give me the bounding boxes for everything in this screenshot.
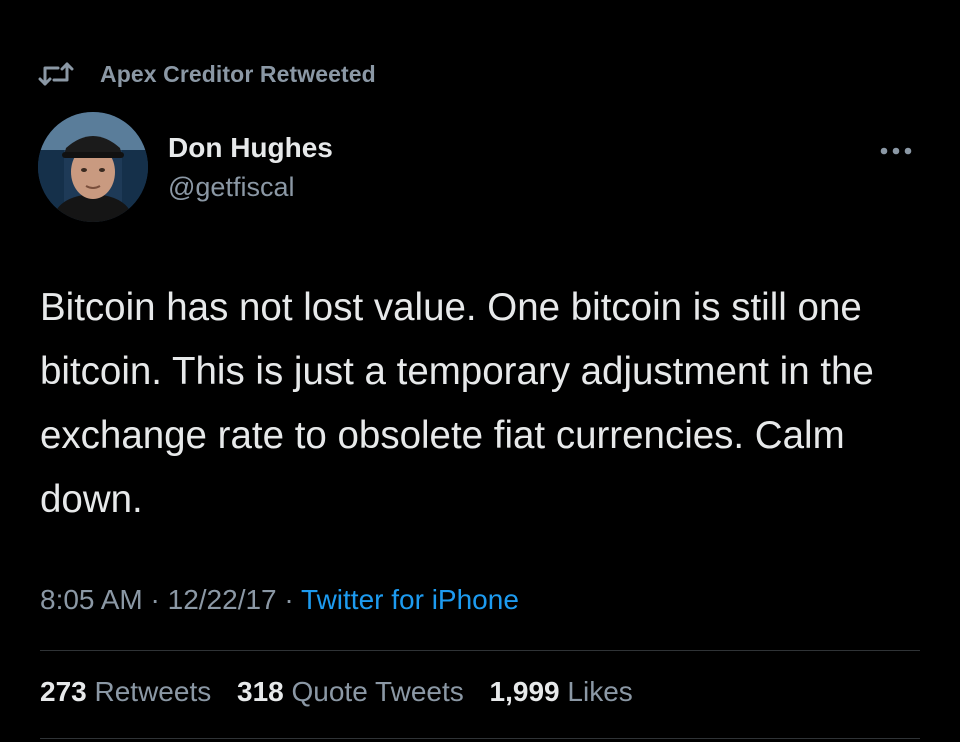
divider (40, 650, 920, 651)
quote-tweets-count: 318 (237, 676, 284, 707)
tweet-time[interactable]: 8:05 AM (40, 584, 143, 615)
tweet-date[interactable]: 12/22/17 (168, 584, 277, 615)
retweet-context-label: Apex Creditor Retweeted (100, 60, 376, 87)
avatar-photo (38, 112, 148, 222)
tweet-source-link[interactable]: Twitter for iPhone (301, 584, 519, 615)
meta-separator: · (142, 584, 168, 615)
more-options-icon (880, 147, 912, 155)
retweets-stat[interactable]: 273 Retweets (40, 676, 211, 707)
likes-label: Likes (567, 676, 633, 707)
more-options-button[interactable] (876, 136, 916, 166)
tweet-meta: 8:05 AM · 12/22/17 · Twitter for iPhone (40, 584, 519, 616)
author-avatar[interactable] (38, 112, 148, 222)
tweet-text: Bitcoin has not lost value. One bitcoin … (40, 286, 874, 521)
likes-stat[interactable]: 1,999 Likes (490, 676, 633, 707)
divider (40, 738, 920, 739)
retweets-count: 273 (40, 676, 87, 707)
quote-tweets-stat[interactable]: 318 Quote Tweets (237, 676, 464, 707)
author-display-name[interactable]: Don Hughes (168, 132, 333, 164)
retweet-context[interactable]: Apex Creditor Retweeted (38, 58, 376, 90)
meta-separator: · (276, 584, 302, 615)
likes-count: 1,999 (489, 676, 560, 707)
retweets-label: Retweets (94, 676, 212, 707)
retweet-icon (38, 61, 74, 87)
quote-tweets-label: Quote Tweets (291, 676, 464, 707)
author-handle[interactable]: @getfiscal (168, 172, 294, 203)
engagement-stats: 273 Retweets 318 Quote Tweets 1,999 Like… (40, 676, 651, 708)
